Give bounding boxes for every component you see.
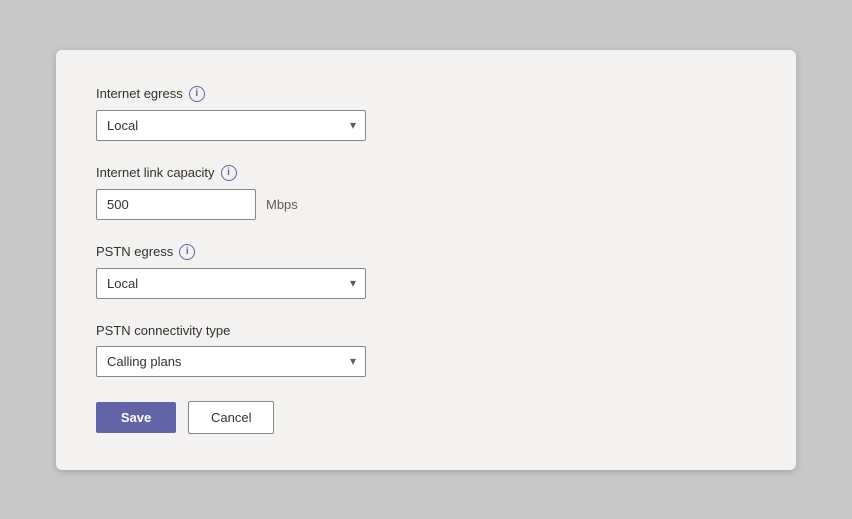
save-button[interactable]: Save	[96, 402, 176, 433]
cancel-button[interactable]: Cancel	[188, 401, 274, 434]
pstn-connectivity-type-select[interactable]: Calling plans Direct Routing Operator Co…	[96, 346, 366, 377]
pstn-egress-group: PSTN egress i Local Remote Custom ▾	[96, 244, 756, 299]
internet-link-capacity-group: Internet link capacity i Mbps	[96, 165, 756, 220]
pstn-egress-label: PSTN egress i	[96, 244, 756, 260]
internet-egress-info-icon[interactable]: i	[189, 86, 205, 102]
pstn-connectivity-type-label: PSTN connectivity type	[96, 323, 756, 338]
pstn-connectivity-type-select-wrapper: Calling plans Direct Routing Operator Co…	[96, 346, 366, 377]
button-row: Save Cancel	[96, 401, 756, 434]
settings-card: Internet egress i Local Remote Custom ▾ …	[56, 50, 796, 470]
pstn-connectivity-type-group: PSTN connectivity type Calling plans Dir…	[96, 323, 756, 377]
internet-link-capacity-label: Internet link capacity i	[96, 165, 756, 181]
internet-link-capacity-unit: Mbps	[266, 197, 298, 212]
internet-link-capacity-input-row: Mbps	[96, 189, 756, 220]
pstn-egress-info-icon[interactable]: i	[179, 244, 195, 260]
internet-egress-label: Internet egress i	[96, 86, 756, 102]
pstn-egress-select-wrapper: Local Remote Custom ▾	[96, 268, 366, 299]
internet-egress-select-wrapper: Local Remote Custom ▾	[96, 110, 366, 141]
internet-egress-select[interactable]: Local Remote Custom	[96, 110, 366, 141]
internet-egress-group: Internet egress i Local Remote Custom ▾	[96, 86, 756, 141]
internet-link-capacity-input[interactable]	[96, 189, 256, 220]
internet-link-capacity-info-icon[interactable]: i	[221, 165, 237, 181]
pstn-egress-select[interactable]: Local Remote Custom	[96, 268, 366, 299]
